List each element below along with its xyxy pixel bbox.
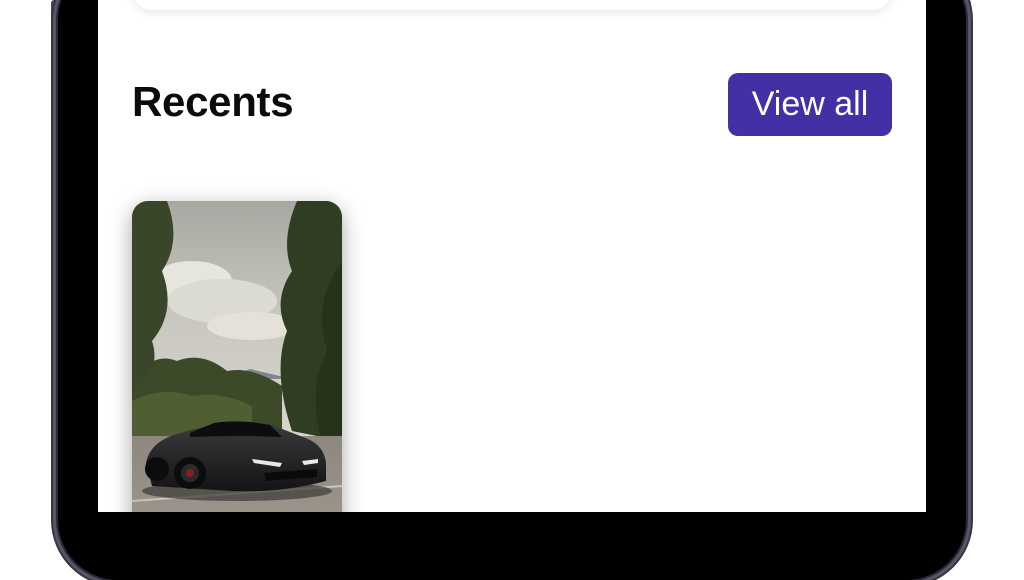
view-all-button[interactable]: View all: [728, 73, 892, 136]
recent-item-card[interactable]: [132, 201, 342, 512]
phone-side-button-left: [51, 0, 57, 136]
top-card[interactable]: [131, 0, 893, 10]
car-photo: [132, 201, 342, 512]
recents-title: Recents: [132, 78, 294, 125]
app-screen: Recents View all: [98, 0, 926, 512]
